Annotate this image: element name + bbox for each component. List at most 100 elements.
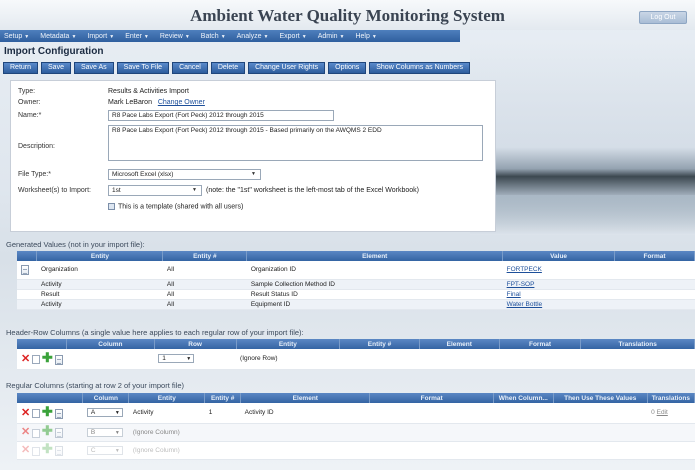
template-checkbox[interactable]: [108, 203, 115, 210]
save-button[interactable]: Save: [41, 62, 71, 74]
document-icon[interactable]: [54, 446, 63, 457]
row-actions-cell: ✕ ✚: [17, 403, 83, 424]
menu-enter[interactable]: Enter ▼: [125, 33, 149, 40]
menu-import[interactable]: Import ▼: [87, 33, 114, 40]
delete-button[interactable]: Delete: [210, 62, 246, 74]
column-select[interactable]: B ▼: [86, 427, 123, 437]
toolbar: Return Save Save As Save To File Cancel …: [3, 62, 471, 74]
main-menu: Setup ▼ Metadata ▼ Import ▼ Enter ▼ Review ▼ …: [0, 30, 460, 42]
chevron-down-icon: ▼: [24, 33, 30, 40]
empty-cell: [17, 289, 37, 300]
entity-number-cell: All: [162, 299, 247, 310]
column-select[interactable]: A ▼: [86, 408, 123, 418]
value-link[interactable]: FORTPECK: [507, 266, 542, 273]
chevron-down-icon: ▼: [371, 33, 377, 40]
menu-export[interactable]: Export ▼: [280, 33, 307, 40]
entity-cell: Activity: [36, 299, 163, 310]
table-header: Entity Entity # Element Value Format: [17, 251, 695, 261]
column-select[interactable]: C ▼: [86, 445, 123, 455]
return-button[interactable]: Return: [3, 62, 39, 74]
value-link[interactable]: FPT-SOP: [507, 281, 535, 288]
chevron-down-icon: ▼: [71, 33, 77, 40]
add-icon[interactable]: ✚: [42, 423, 53, 438]
table-row: ✕ ✚ 1 ▼ (Ignore Row): [17, 349, 695, 370]
element-cell: Result Status ID: [246, 289, 503, 300]
chevron-down-icon: ▼: [143, 33, 149, 40]
description-textarea[interactable]: R8 Pace Labs Export (Fort Peck) 2012 thr…: [108, 125, 483, 161]
generated-values-table: Entity Entity # Element Value Format Org…: [17, 251, 695, 310]
document-icon[interactable]: [54, 428, 63, 439]
chevron-down-icon: ▼: [109, 33, 115, 40]
entity-cell: (Ignore Column): [128, 423, 205, 442]
add-icon[interactable]: ✚: [42, 350, 53, 365]
chevron-down-icon: ▼: [184, 33, 190, 40]
format-cell: [369, 403, 494, 424]
menu-help[interactable]: Help ▼: [355, 33, 376, 40]
document-icon[interactable]: [54, 408, 63, 419]
entity-number-cell: All: [162, 261, 247, 280]
row-actions-cell: ✕ ✚: [17, 423, 83, 442]
menu-setup[interactable]: Setup ▼: [4, 33, 29, 40]
show-columns-as-numbers-button[interactable]: Show Columns as Numbers: [369, 62, 471, 74]
copy-icon[interactable]: [32, 355, 41, 365]
column-header: [17, 251, 38, 261]
copy-icon[interactable]: [32, 409, 41, 419]
options-button[interactable]: Options: [328, 62, 367, 74]
document-icon[interactable]: [54, 354, 63, 365]
chevron-down-icon: ▼: [114, 429, 120, 436]
column-header: [17, 339, 68, 349]
save-as-button[interactable]: Save As: [73, 62, 114, 74]
regular-columns-title: Regular Columns (starting at row 2 of yo…: [6, 381, 184, 390]
logout-button[interactable]: Log Out: [639, 11, 687, 24]
copy-icon[interactable]: [32, 428, 41, 438]
entity-cell: Result: [36, 289, 163, 300]
value-link[interactable]: Final: [507, 291, 521, 298]
menu-analyze[interactable]: Analyze ▼: [237, 33, 269, 40]
copy-icon[interactable]: [32, 446, 41, 456]
worksheet-select[interactable]: 1st ▼: [108, 185, 202, 196]
add-row-cell: [17, 261, 37, 280]
column-header: Format: [614, 251, 695, 261]
template-row: This is a template (shared with all user…: [108, 203, 243, 210]
save-to-file-button[interactable]: Save To File: [116, 62, 170, 74]
menu-review[interactable]: Review ▼: [160, 33, 190, 40]
edit-translations-link[interactable]: Edit: [657, 409, 668, 416]
page-title: Import Configuration: [4, 46, 104, 57]
worksheet-label: Worksheet(s) to Import:: [18, 187, 92, 194]
element-cell: [240, 423, 370, 442]
menu-admin[interactable]: Admin ▼: [318, 33, 345, 40]
add-icon[interactable]: ✚: [42, 441, 53, 456]
delete-icon[interactable]: ✕: [21, 426, 30, 438]
element-cell: [240, 441, 370, 460]
translations-cell: [580, 349, 695, 370]
delete-icon[interactable]: ✕: [21, 444, 30, 456]
column-header: Row: [154, 339, 237, 349]
description-label: Description:: [18, 143, 55, 150]
column-cell: B ▼: [82, 423, 129, 442]
chevron-down-icon: ▼: [114, 410, 120, 417]
when-column-cell: [493, 403, 554, 424]
file-type-select[interactable]: Microsoft Excel (xlsx) ▼: [108, 169, 261, 180]
chevron-down-icon: ▼: [114, 447, 120, 454]
value-link[interactable]: Water Bottle: [507, 301, 543, 308]
format-cell: [499, 349, 581, 370]
name-input[interactable]: R8 Pace Labs Export (Fort Peck) 2012 thr…: [108, 110, 334, 121]
menu-metadata[interactable]: Metadata ▼: [40, 33, 76, 40]
cancel-button[interactable]: Cancel: [172, 62, 208, 74]
delete-icon[interactable]: ✕: [21, 353, 30, 365]
generated-values-title: Generated Values (not in your import fil…: [6, 240, 145, 249]
add-icon[interactable]: ✚: [42, 404, 53, 419]
template-label: This is a template (shared with all user…: [118, 203, 244, 211]
row-select[interactable]: 1 ▼: [158, 354, 195, 364]
entity-cell: Organization: [36, 261, 163, 280]
header-row-table: Column Row Entity Entity # Element Forma…: [17, 339, 695, 370]
new-document-icon[interactable]: [21, 264, 29, 275]
delete-icon[interactable]: ✕: [21, 407, 30, 419]
menu-batch[interactable]: Batch ▼: [201, 33, 226, 40]
element-cell: Activity ID: [240, 403, 370, 424]
table-row: ✕ ✚ A ▼ Activity 1 Activity ID 0 Edit: [17, 403, 695, 424]
change-owner-link[interactable]: Change Owner: [158, 99, 205, 106]
change-user-rights-button[interactable]: Change User Rights: [248, 62, 326, 74]
format-cell: [614, 279, 695, 290]
column-header: Entity: [36, 251, 164, 261]
